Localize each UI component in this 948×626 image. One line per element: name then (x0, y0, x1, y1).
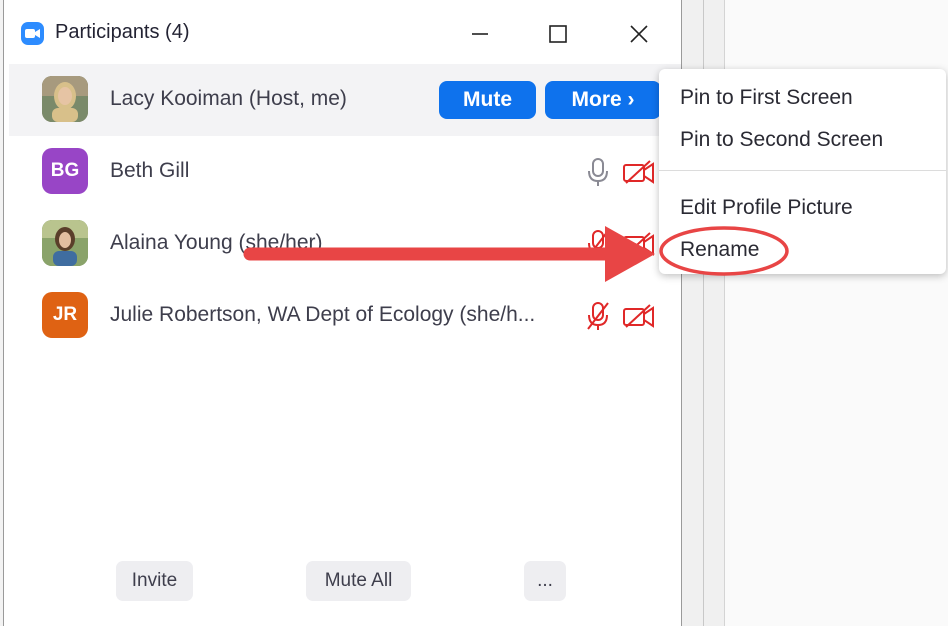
maximize-button[interactable] (538, 14, 578, 54)
participant-name: Alaina Young (she/her) (110, 231, 323, 254)
window-title: Participants (4) (55, 21, 190, 43)
avatar: JR (42, 292, 88, 338)
mute-all-button[interactable]: Mute All (306, 561, 411, 601)
close-icon (630, 25, 648, 43)
minimize-icon (472, 33, 488, 35)
close-button[interactable] (619, 14, 659, 54)
participants-window: Participants (4) Lacy Kooiman (Host, me)… (3, 0, 682, 626)
avatar-initials: JR (52, 304, 78, 325)
participant-name: Beth Gill (110, 159, 190, 182)
participant-name: Lacy Kooiman (Host, me) (110, 87, 347, 110)
participant-row[interactable]: Lacy Kooiman (Host, me) Mute More › (9, 64, 681, 136)
microphone-muted-icon[interactable] (585, 229, 611, 259)
menu-item-pin-first-screen[interactable]: Pin to First Screen (680, 86, 853, 110)
title-bar: Participants (4) (4, 0, 681, 66)
avatar (42, 76, 88, 122)
participant-name: Julie Robertson, WA Dept of Ecology (she… (110, 303, 536, 326)
participant-row[interactable]: JR Julie Robertson, WA Dept of Ecology (… (9, 280, 681, 352)
context-menu: Pin to First Screen Pin to Second Screen… (659, 69, 946, 274)
zoom-app-icon (21, 22, 44, 45)
avatar (42, 220, 88, 266)
menu-item-pin-second-screen[interactable]: Pin to Second Screen (680, 128, 883, 152)
participant-row[interactable]: Alaina Young (she/her) (9, 208, 681, 280)
more-button[interactable]: More › (545, 81, 661, 119)
menu-item-rename[interactable]: Rename (680, 238, 759, 262)
more-options-button[interactable]: ... (524, 561, 566, 601)
invite-button[interactable]: Invite (116, 561, 193, 601)
microphone-icon[interactable] (585, 157, 611, 187)
menu-item-edit-profile-picture[interactable]: Edit Profile Picture (680, 196, 853, 220)
video-off-icon[interactable] (622, 231, 656, 257)
minimize-button[interactable] (460, 14, 500, 54)
video-off-icon[interactable] (622, 303, 656, 329)
participant-row[interactable]: BG Beth Gill (9, 136, 681, 208)
maximize-icon (549, 25, 567, 43)
microphone-muted-icon[interactable] (585, 301, 611, 331)
video-off-icon[interactable] (622, 159, 656, 185)
avatar-initials: BG (50, 160, 80, 181)
menu-separator (659, 170, 946, 171)
mute-button[interactable]: Mute (439, 81, 536, 119)
avatar: BG (42, 148, 88, 194)
